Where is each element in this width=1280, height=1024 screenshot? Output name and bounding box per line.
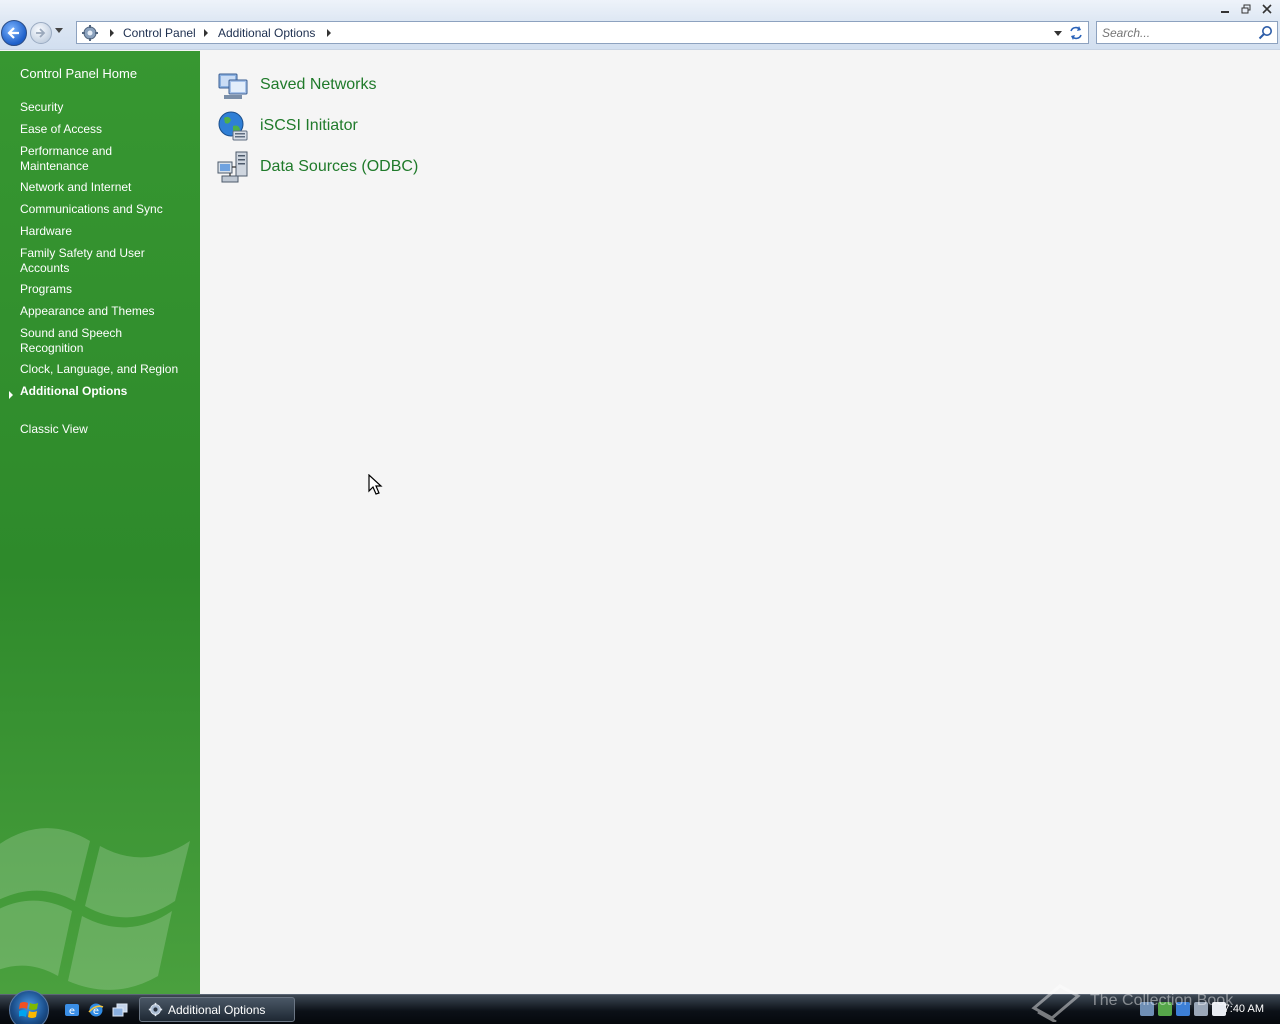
forward-button[interactable] <box>30 22 52 44</box>
breadcrumb-additional-options[interactable]: Additional Options <box>218 26 315 40</box>
close-icon <box>1262 4 1272 14</box>
minimize-icon <box>1221 11 1229 13</box>
restore-icon <box>1241 4 1251 14</box>
restore-button[interactable] <box>1237 2 1255 16</box>
breadcrumb-control-panel[interactable]: Control Panel <box>123 26 196 40</box>
main-content: Saved Networks iSCSI Initiator Data Sour… <box>201 51 1280 994</box>
quick-launch-internet-explorer-icon[interactable]: e <box>88 1002 104 1018</box>
book-watermark-icon <box>1031 984 1081 1022</box>
windows-flag-watermark <box>0 828 190 990</box>
current-item-indicator <box>9 391 13 399</box>
sidebar-item-clock-language-region[interactable]: Clock, Language, and Region <box>20 362 190 377</box>
address-bar[interactable]: Control Panel Additional Options <box>76 21 1089 44</box>
task-iscsi-initiator-label[interactable]: iSCSI Initiator <box>260 117 358 135</box>
refresh-icon[interactable] <box>1068 25 1084 41</box>
sidebar: Control Panel Home Security Ease of Acce… <box>0 51 200 994</box>
address-history-dropdown[interactable] <box>1054 31 1062 36</box>
sidebar-item-ease-of-access[interactable]: Ease of Access <box>20 122 190 137</box>
start-button[interactable] <box>9 990 49 1024</box>
recent-pages-dropdown[interactable] <box>55 28 63 34</box>
sidebar-item-communications-and-sync[interactable]: Communications and Sync <box>20 202 190 217</box>
sidebar-classic-view[interactable]: Classic View <box>20 422 190 437</box>
watermark-text: The Collection Book <box>1090 992 1234 1009</box>
sidebar-item-additional-options[interactable]: Additional Options <box>20 384 190 399</box>
breadcrumb-separator[interactable] <box>327 29 331 37</box>
saved-networks-icon <box>218 73 248 99</box>
breadcrumb-separator[interactable] <box>110 29 114 37</box>
iscsi-globe-icon <box>218 111 248 141</box>
taskbar: e e Additional Options 7:40 AM <box>0 990 1280 1024</box>
breadcrumb-separator[interactable] <box>204 29 208 37</box>
control-panel-icon <box>148 1002 163 1017</box>
control-panel-icon <box>82 25 98 41</box>
sidebar-item-hardware[interactable]: Hardware <box>20 224 190 239</box>
odbc-data-sources-icon <box>217 151 248 183</box>
mouse-cursor-icon <box>368 474 383 495</box>
quick-launch-explorer-icon[interactable]: e <box>64 1002 80 1018</box>
task-saved-networks[interactable]: Saved Networks <box>216 68 377 102</box>
task-iscsi-initiator[interactable]: iSCSI Initiator <box>216 109 358 143</box>
sidebar-item-sound-and-speech[interactable]: Sound and Speech Recognition <box>20 326 140 356</box>
sidebar-item-performance-and-maintenance[interactable]: Performance and Maintenance <box>20 144 140 174</box>
sidebar-item-programs[interactable]: Programs <box>20 282 190 297</box>
windows-logo-icon <box>19 1002 38 1018</box>
sidebar-item-appearance-and-themes[interactable]: Appearance and Themes <box>20 304 190 319</box>
arrow-left-icon <box>7 27 19 39</box>
task-data-sources-odbc[interactable]: Data Sources (ODBC) <box>216 150 418 184</box>
sidebar-item-network-and-internet[interactable]: Network and Internet <box>20 180 190 195</box>
search-input[interactable] <box>1097 22 1247 43</box>
svg-text:e: e <box>69 1006 75 1017</box>
window-title-bar: Control Panel Additional Options <box>0 0 1280 50</box>
task-saved-networks-label[interactable]: Saved Networks <box>260 76 377 94</box>
taskbar-window-label: Additional Options <box>168 1002 266 1017</box>
search-icon[interactable] <box>1258 25 1273 40</box>
arrow-right-icon <box>36 28 46 38</box>
task-data-sources-odbc-label[interactable]: Data Sources (ODBC) <box>260 158 418 176</box>
sidebar-item-family-safety[interactable]: Family Safety and User Accounts <box>20 246 160 276</box>
back-button[interactable] <box>1 20 27 46</box>
sidebar-item-security[interactable]: Security <box>20 100 190 115</box>
search-box[interactable] <box>1096 21 1278 44</box>
quick-launch-switch-windows-icon[interactable] <box>112 1002 128 1018</box>
sidebar-control-panel-home[interactable]: Control Panel Home <box>20 66 190 81</box>
window-controls <box>1216 2 1276 16</box>
close-button[interactable] <box>1258 2 1276 16</box>
minimize-button[interactable] <box>1216 2 1234 16</box>
taskbar-window-button[interactable]: Additional Options <box>139 997 295 1022</box>
